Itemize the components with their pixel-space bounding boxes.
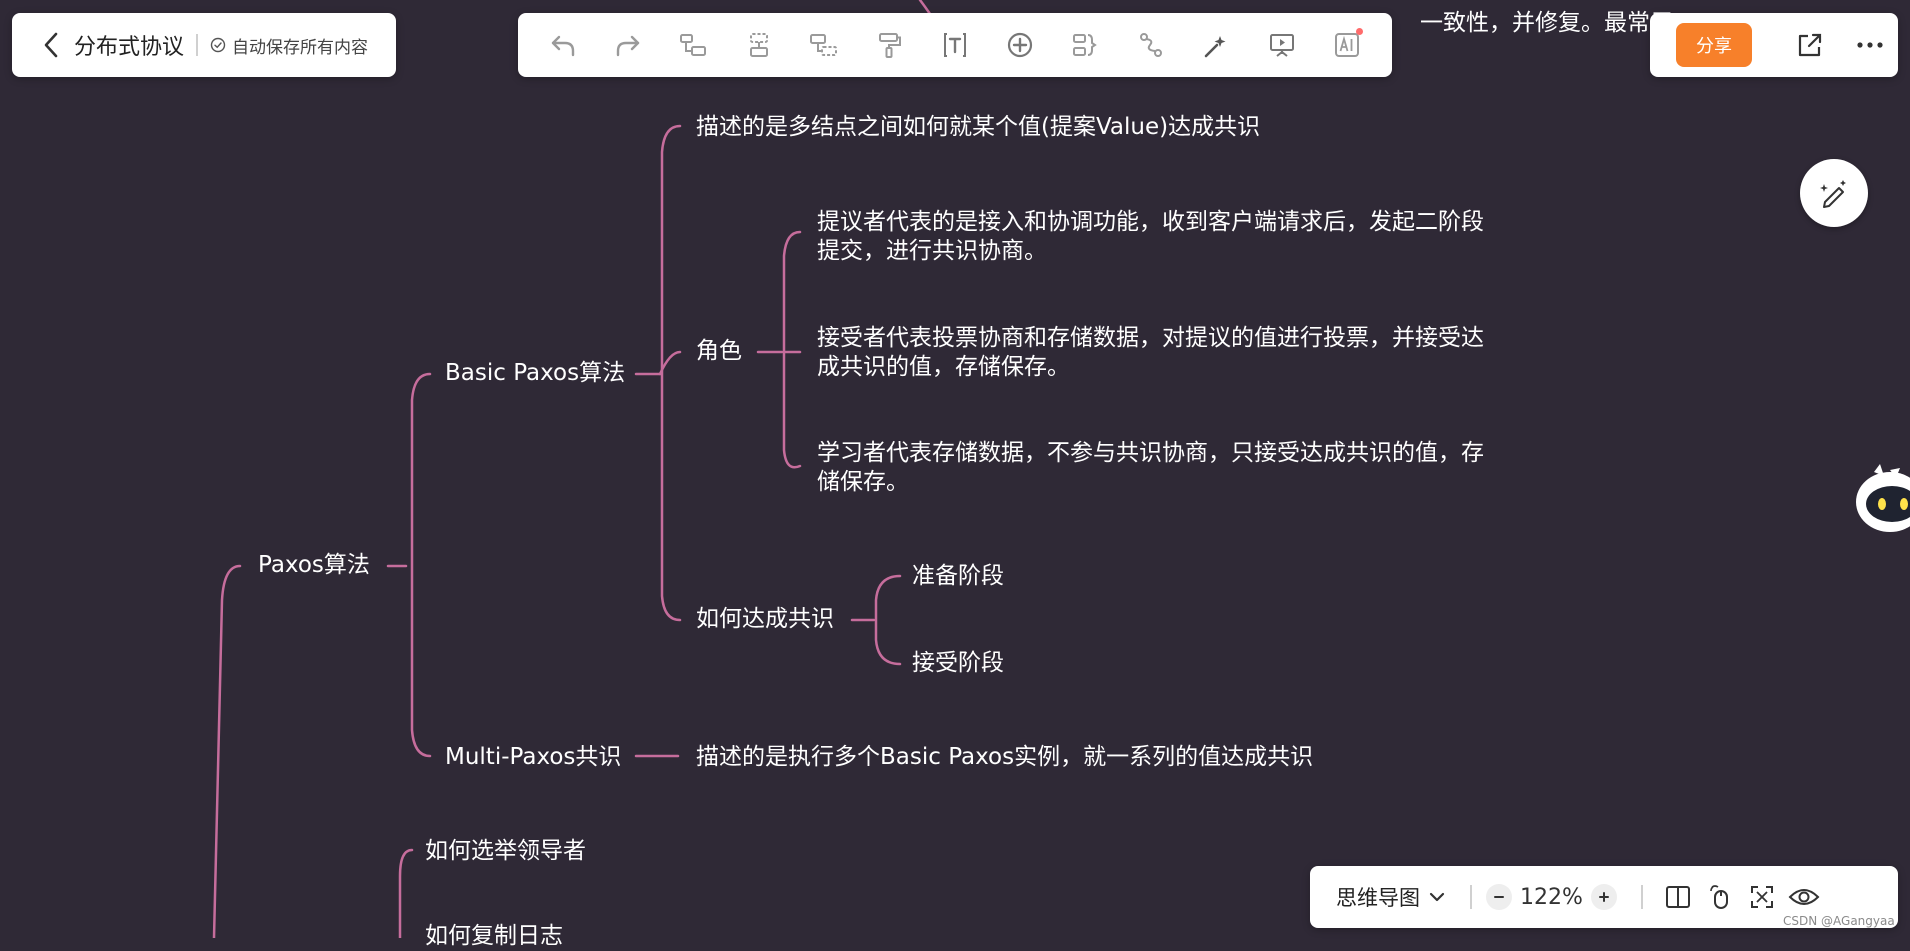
mindmap-canvas[interactable]: 一致性，并修复。最常用 Paxos算法 Basic Paxos算法 描述的是多结… xyxy=(0,0,1910,949)
insert-sibling-topic-icon xyxy=(749,33,768,57)
redo-button[interactable] xyxy=(608,25,648,65)
text-icon xyxy=(943,33,966,57)
magic-wand-button[interactable] xyxy=(1196,25,1236,65)
add-button[interactable] xyxy=(1000,25,1040,65)
ai-edit-floating-button[interactable] xyxy=(1800,159,1868,227)
fit-screen-icon xyxy=(1750,886,1773,908)
eye-icon xyxy=(1788,889,1820,905)
topic-multi-paxos[interactable]: Multi-Paxos共识 xyxy=(445,743,621,772)
open-external-button[interactable] xyxy=(1790,25,1830,65)
magic-pen-icon xyxy=(1820,180,1846,208)
topic-leader-election[interactable]: 如何选举领导者 xyxy=(425,837,586,866)
ai-button[interactable] xyxy=(1327,25,1367,65)
chevron-left-icon xyxy=(44,32,58,58)
title-divider xyxy=(196,34,199,56)
save-status: 自动保存所有内容 xyxy=(210,33,368,58)
topic-roles[interactable]: 角色 xyxy=(696,337,742,366)
external-link-icon xyxy=(1798,33,1822,57)
topic-basic-desc[interactable]: 描述的是多结点之间如何就某个值(提案Value)达成共识 xyxy=(696,113,1260,142)
toolbar xyxy=(518,13,1392,77)
assistant-mascot[interactable] xyxy=(1854,462,1910,542)
chevron-down-icon xyxy=(1429,892,1445,902)
undo-icon xyxy=(551,35,574,57)
summary-button[interactable] xyxy=(1066,25,1106,65)
minus-icon xyxy=(1494,896,1504,898)
format-painter-button[interactable] xyxy=(870,25,910,65)
more-dots-icon xyxy=(1857,42,1883,48)
back-button[interactable] xyxy=(32,25,72,65)
zoom-level[interactable]: 122% xyxy=(1520,885,1583,910)
magic-wand-icon xyxy=(1205,36,1226,58)
zoom-out-button[interactable] xyxy=(1486,884,1512,910)
topic-log-replication[interactable]: 如何复制日志 xyxy=(425,922,563,951)
presentation-icon xyxy=(1269,34,1294,57)
partial-topic-text[interactable]: 一致性，并修复。最常用 xyxy=(1420,9,1673,38)
text-button[interactable] xyxy=(935,25,975,65)
preview-button[interactable] xyxy=(1787,880,1821,914)
share-button[interactable]: 分享 xyxy=(1676,23,1752,67)
insert-parent-topic-icon xyxy=(810,34,838,56)
insert-child-topic-icon xyxy=(680,34,707,56)
title-panel: 分布式协议 自动保存所有内容 xyxy=(12,13,396,77)
zoom-control: 122% xyxy=(1486,884,1617,910)
robot-mascot-icon xyxy=(1856,464,1910,532)
topic-paxos[interactable]: Paxos算法 xyxy=(258,551,370,580)
view-mode-label: 思维导图 xyxy=(1336,886,1420,910)
undo-button[interactable] xyxy=(543,25,583,65)
plus-icon xyxy=(1598,892,1609,902)
topic-accept-phase[interactable]: 接受阶段 xyxy=(912,649,1004,678)
add-icon xyxy=(1008,32,1033,58)
view-mode-dropdown[interactable]: 思维导图 xyxy=(1336,882,1446,912)
summary-icon xyxy=(1072,34,1097,56)
split-panel-icon xyxy=(1665,886,1690,908)
format-painter-icon xyxy=(878,33,901,58)
topic-consensus[interactable]: 如何达成共识 xyxy=(696,605,834,634)
share-panel: 分享 xyxy=(1650,13,1898,77)
mouse-icon xyxy=(1710,885,1728,909)
zoom-in-button[interactable] xyxy=(1590,884,1617,910)
bottom-divider xyxy=(1470,885,1472,909)
topic-role-acceptor[interactable]: 接受者代表投票协商和存储数据，对提议的值进行投票，并接受达成共识的值，存储保存。 xyxy=(817,324,1487,382)
bottom-divider xyxy=(1640,885,1643,909)
presentation-button[interactable] xyxy=(1262,25,1302,65)
fit-screen-button[interactable] xyxy=(1745,880,1779,914)
relation-line-button[interactable] xyxy=(1131,25,1171,65)
mouse-mode-button[interactable] xyxy=(1703,880,1737,914)
document-title[interactable]: 分布式协议 xyxy=(74,29,184,61)
insert-parent-topic-button[interactable] xyxy=(804,25,844,65)
topic-role-proposer[interactable]: 提议者代表的是接入和协调功能，收到客户端请求后，发起二阶段提交，进行共识协商。 xyxy=(817,208,1487,266)
watermark: CSDN @AGangyaa xyxy=(1783,914,1895,928)
topic-prepare-phase[interactable]: 准备阶段 xyxy=(912,562,1004,591)
check-circle-icon xyxy=(210,37,226,53)
outline-view-button[interactable] xyxy=(1661,880,1695,914)
insert-sibling-topic-button[interactable] xyxy=(739,25,779,65)
more-button[interactable] xyxy=(1850,25,1890,65)
topic-multi-desc[interactable]: 描述的是执行多个Basic Paxos实例，就一系列的值达成共识 xyxy=(696,743,1313,772)
save-status-text: 自动保存所有内容 xyxy=(232,37,369,58)
insert-child-topic-button[interactable] xyxy=(673,25,713,65)
topic-role-learner[interactable]: 学习者代表存储数据，不参与共识协商，只接受达成共识的值，存储保存。 xyxy=(817,439,1487,497)
relation-line-icon xyxy=(1140,33,1163,57)
redo-icon xyxy=(616,35,640,57)
topic-basic-paxos[interactable]: Basic Paxos算法 xyxy=(445,359,625,388)
